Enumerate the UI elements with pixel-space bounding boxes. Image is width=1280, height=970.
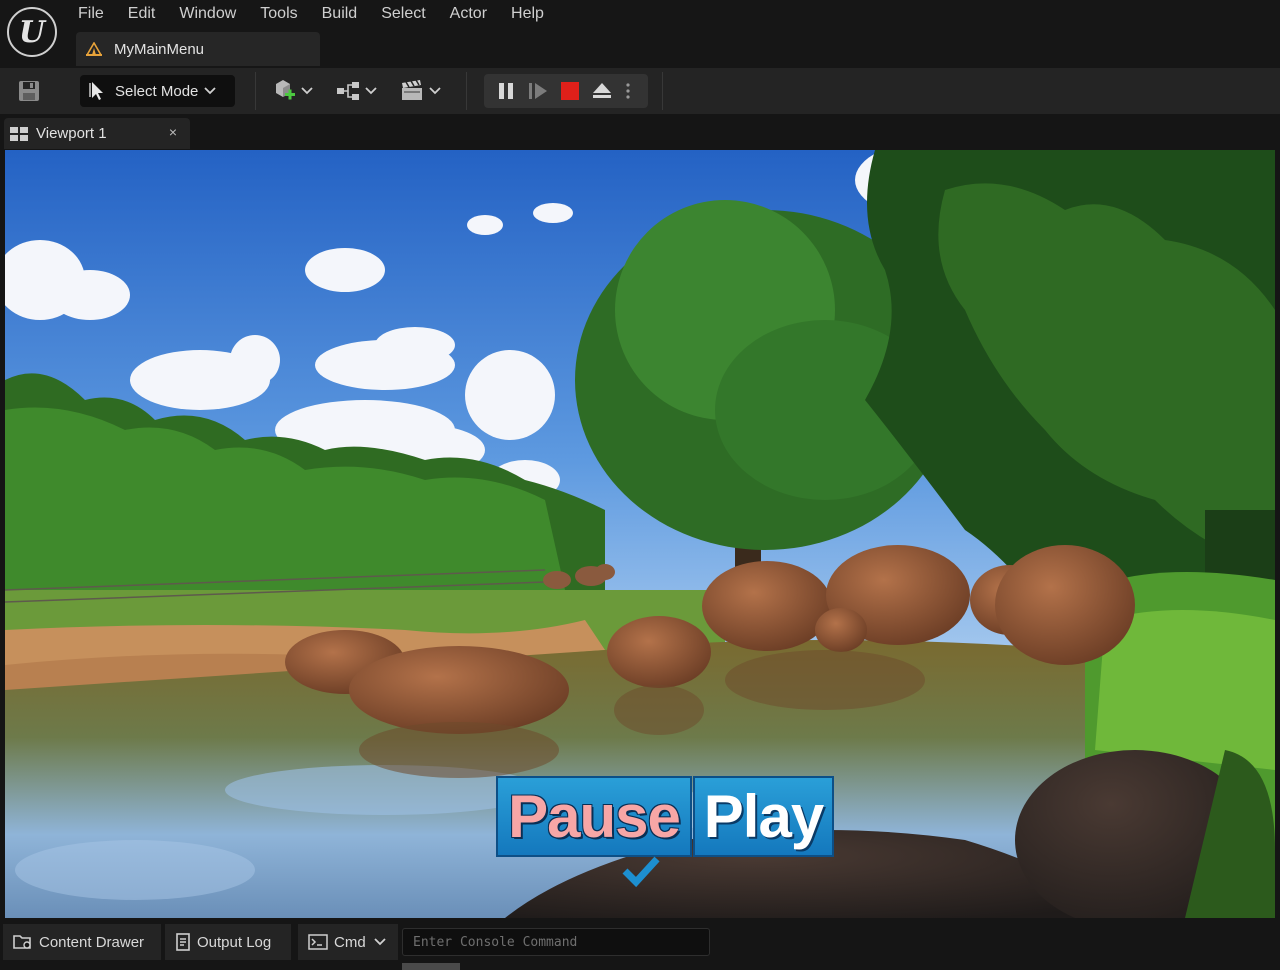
- pause-icon[interactable]: [495, 81, 517, 101]
- level-icon: [86, 42, 102, 56]
- cinematics-button[interactable]: [400, 78, 442, 104]
- cmd-dropdown[interactable]: Cmd: [298, 924, 398, 960]
- menu-build[interactable]: Build: [310, 0, 370, 30]
- blueprint-icon: [337, 82, 377, 100]
- main-toolbar: Select Mode: [0, 68, 1280, 114]
- menu-window[interactable]: Window: [167, 0, 248, 30]
- clapperboard-icon: [402, 79, 441, 100]
- select-mode-label: Select Mode: [115, 82, 199, 100]
- hud-button-bar: Pause Play: [496, 776, 834, 857]
- unreal-logo-icon[interactable]: U: [7, 7, 57, 57]
- menu-file[interactable]: File: [66, 0, 116, 30]
- eject-icon[interactable]: [591, 81, 613, 101]
- menu-edit[interactable]: Edit: [116, 0, 168, 30]
- chevron-down-icon: [374, 938, 386, 946]
- play-button-label: Play: [703, 783, 824, 850]
- title-bar: U File Edit Window Tools Build Select Ac…: [0, 0, 1280, 68]
- add-actor-icon: [276, 80, 313, 100]
- close-icon[interactable]: ×: [169, 124, 177, 140]
- document-tab-label: MyMainMenu: [114, 40, 205, 58]
- chevron-down-icon: [204, 87, 217, 95]
- pause-button[interactable]: Pause: [496, 776, 692, 857]
- cursor-icon: [89, 82, 103, 100]
- output-log-icon: [176, 933, 190, 951]
- toolbar-divider: [255, 72, 256, 110]
- viewport-tab-label: Viewport 1: [36, 125, 107, 142]
- output-log-label: Output Log: [197, 933, 272, 951]
- status-bar-scrollbar[interactable]: [402, 963, 460, 970]
- level-viewport[interactable]: Pause Play: [5, 150, 1275, 918]
- document-tab[interactable]: MyMainMenu: [76, 32, 320, 66]
- toolbar-divider: [466, 72, 467, 110]
- cmd-label: Cmd: [334, 933, 366, 951]
- menu-tools[interactable]: Tools: [248, 0, 309, 30]
- play-button[interactable]: Play: [693, 776, 834, 857]
- menu-select[interactable]: Select: [369, 0, 437, 30]
- play-controls: [484, 74, 648, 108]
- step-forward-icon[interactable]: [527, 81, 549, 101]
- toolbar-divider: [662, 72, 663, 110]
- select-mode-dropdown[interactable]: Select Mode: [80, 75, 235, 107]
- checkmark-icon: [622, 856, 660, 888]
- status-bar: Content Drawer Output Log Cmd: [0, 918, 1280, 970]
- menu-actor[interactable]: Actor: [438, 0, 499, 30]
- more-options-icon[interactable]: [624, 81, 632, 101]
- stop-icon[interactable]: [559, 81, 581, 101]
- save-icon[interactable]: [16, 79, 42, 103]
- console-command-input[interactable]: [402, 928, 710, 956]
- content-drawer-button[interactable]: Content Drawer: [3, 924, 161, 960]
- menu-bar: File Edit Window Tools Build Select Acto…: [66, 0, 556, 30]
- viewport-icon: [10, 126, 28, 141]
- pause-button-label: Pause: [508, 783, 681, 850]
- viewport-tab-strip: Viewport 1 ×: [0, 114, 1280, 150]
- blueprints-button[interactable]: [336, 78, 378, 104]
- content-drawer-icon: [13, 935, 31, 949]
- menu-help[interactable]: Help: [499, 0, 556, 30]
- viewport-tab[interactable]: Viewport 1 ×: [4, 118, 190, 149]
- add-actor-button[interactable]: [272, 78, 314, 104]
- output-log-button[interactable]: Output Log: [165, 924, 291, 960]
- terminal-icon: [308, 934, 328, 950]
- content-drawer-label: Content Drawer: [39, 933, 145, 951]
